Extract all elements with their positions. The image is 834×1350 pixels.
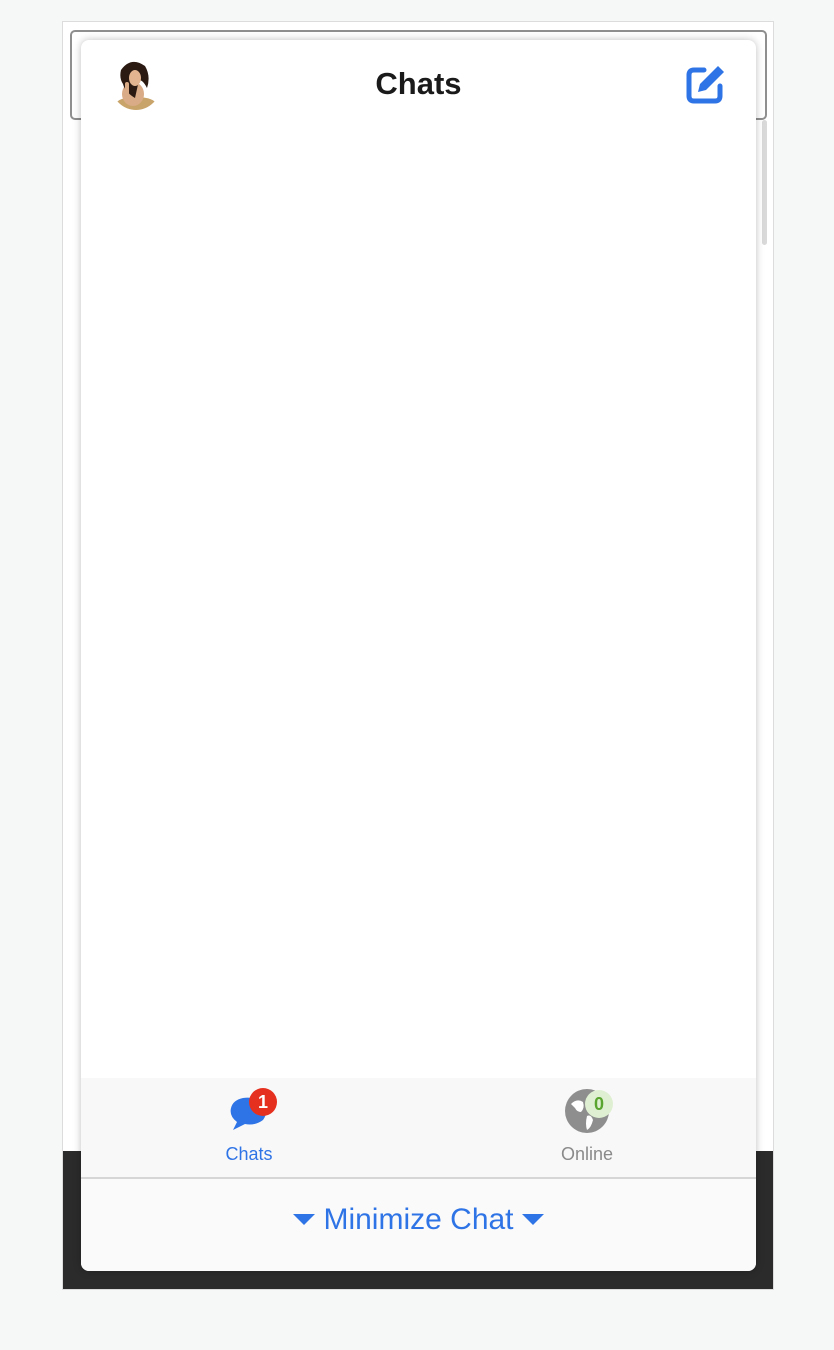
tab-online-label: Online (560, 1144, 614, 1164)
caret-down-icon (521, 1213, 544, 1225)
tab-chats-label: Chats (225, 1144, 273, 1164)
chats-count-badge: 1 (249, 1088, 277, 1116)
caret-down-icon (293, 1213, 316, 1225)
tab-online[interactable]: 0 Online (487, 1078, 687, 1177)
online-count-badge: 0 (585, 1090, 613, 1118)
page-title: Chats (375, 66, 462, 101)
compose-button[interactable] (684, 62, 728, 106)
tab-bar: 1 Chats 0 Online (81, 1078, 756, 1179)
minimize-chat-button[interactable]: Minimize Chat (81, 1179, 756, 1271)
tab-online-icon-wrap: 0 (563, 1086, 615, 1134)
chat-header: Chats (81, 40, 756, 130)
chat-panel: Chats 1 Chats 0 Online Minimize Chat (81, 40, 756, 1271)
edit-icon (686, 66, 724, 104)
minimize-chat-content: Minimize Chat (81, 1203, 756, 1237)
minimize-chat-label: Minimize Chat (323, 1203, 514, 1236)
tab-chats-icon-wrap: 1 (225, 1086, 277, 1134)
chat-list (81, 130, 756, 1078)
background-scrollbar[interactable] (762, 120, 767, 245)
tab-chats[interactable]: 1 Chats (149, 1078, 349, 1177)
